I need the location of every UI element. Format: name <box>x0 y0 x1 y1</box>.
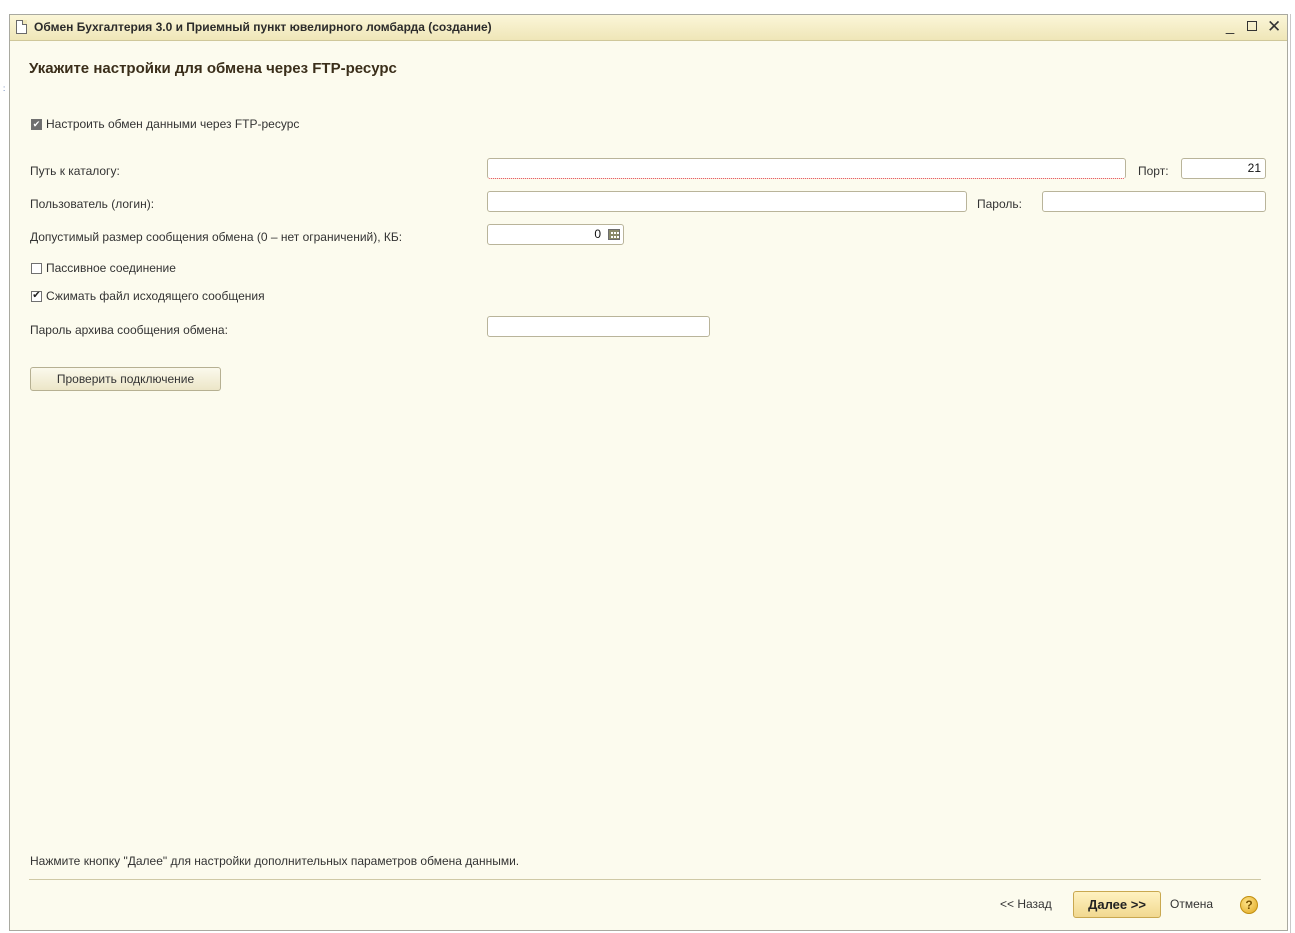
path-input[interactable] <box>487 158 1126 179</box>
document-icon <box>16 20 27 34</box>
passive-connection-label: Пассивное соединение <box>46 261 176 275</box>
next-button[interactable]: Далее >> <box>1073 891 1161 918</box>
compress-checkbox-row[interactable]: ✔ Сжимать файл исходящего сообщения <box>31 289 265 303</box>
user-label: Пользователь (логин): <box>30 197 155 211</box>
exchange-dialog-window: Обмен Бухгалтерия 3.0 и Приемный пункт ю… <box>9 14 1288 931</box>
maximize-icon <box>1247 21 1257 31</box>
cancel-button[interactable]: Отмена <box>1170 897 1213 911</box>
password-label: Пароль: <box>977 197 1022 211</box>
footer-separator <box>29 879 1261 880</box>
title-bar[interactable]: Обмен Бухгалтерия 3.0 и Приемный пункт ю… <box>10 15 1287 41</box>
password-input[interactable] <box>1042 191 1266 212</box>
archive-password-input[interactable] <box>487 316 710 337</box>
checkbox-checked-icon[interactable]: ✔ <box>31 118 42 130</box>
checkbox-checked-icon[interactable]: ✔ <box>31 290 42 302</box>
ftp-exchange-checkbox-row[interactable]: ✔ Настроить обмен данными через FTP-ресу… <box>31 117 299 131</box>
port-input[interactable]: 21 <box>1181 158 1266 179</box>
max-size-label: Допустимый размер сообщения обмена (0 – … <box>30 230 403 244</box>
maximize-button[interactable] <box>1245 18 1259 36</box>
calculator-icon[interactable] <box>608 229 620 240</box>
window-controls: _ ✕ <box>1223 18 1281 36</box>
back-button[interactable]: << Назад <box>1000 897 1052 911</box>
user-input[interactable] <box>487 191 967 212</box>
port-label: Порт: <box>1138 164 1169 178</box>
page-heading: Укажите настройки для обмена через FTP-р… <box>29 60 397 77</box>
archive-password-label: Пароль архива сообщения обмена: <box>30 323 228 337</box>
max-size-input[interactable]: 0 <box>487 224 624 245</box>
ftp-exchange-checkbox-label: Настроить обмен данными через FTP-ресурс <box>46 117 300 131</box>
check-connection-button[interactable]: Проверить подключение <box>30 367 221 391</box>
footer-hint: Нажмите кнопку "Далее" для настройки доп… <box>30 854 520 868</box>
minimize-button[interactable]: _ <box>1223 18 1237 36</box>
compress-label: Сжимать файл исходящего сообщения <box>46 289 265 303</box>
path-label: Путь к каталогу: <box>30 164 120 178</box>
background-divider <box>1290 14 1291 933</box>
passive-connection-checkbox-row[interactable]: Пассивное соединение <box>31 261 176 275</box>
help-icon[interactable]: ? <box>1240 896 1258 914</box>
side-marker: : <box>3 84 6 93</box>
window-title: Обмен Бухгалтерия 3.0 и Приемный пункт ю… <box>34 20 492 34</box>
checkbox-unchecked-icon[interactable] <box>31 262 42 274</box>
close-button[interactable]: ✕ <box>1267 18 1281 36</box>
